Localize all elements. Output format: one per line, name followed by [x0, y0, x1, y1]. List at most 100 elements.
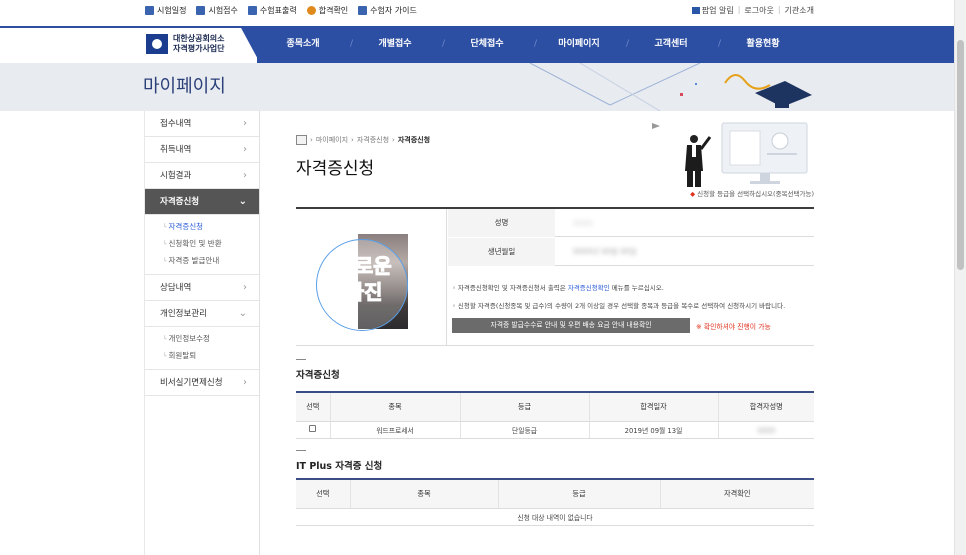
sidebar: 접수내역 › 취득내역 › 시험결과 › 자격증신청 ⌄ 자격증신청 신청확인 및 반환…	[144, 111, 260, 555]
home-icon[interactable]	[296, 135, 307, 145]
org-intro-link[interactable]: 기관소개	[785, 5, 814, 16]
sidebar-item-results[interactable]: 시험결과 ›	[145, 163, 259, 189]
logo-text: 대한상공회의소 자격평가사업단	[173, 34, 225, 54]
print-icon	[247, 6, 257, 15]
column-header: 자격확인	[660, 478, 814, 509]
sidebar-item-label: 비서실기면제신청	[160, 378, 223, 388]
photo-stamp-line-1: 새로운	[336, 254, 392, 279]
itplus-section-title: IT Plus 자격증 신청	[296, 450, 382, 472]
date-cell: 2019년 09월 13일	[589, 421, 719, 439]
logout-link[interactable]: 로그아웃	[744, 5, 773, 16]
sidebar-item-consult[interactable]: 상담내역 ›	[145, 275, 259, 301]
chevron-right-icon: ›	[243, 377, 247, 388]
page-title: 자격증신청	[296, 159, 375, 179]
page-scrollbar[interactable]	[954, 0, 966, 555]
sidebar-subitem-confirm-return[interactable]: 신청확인 및 반환	[163, 236, 259, 253]
table-header-row: 선택 종목 등급 자격확인	[296, 478, 814, 509]
site-logo[interactable]: 대한상공회의소 자격평가사업단	[146, 34, 225, 54]
sidebar-subitem-withdraw[interactable]: 회원탈퇴	[163, 348, 259, 365]
utility-link-pass[interactable]: 합격확인	[306, 5, 348, 16]
chevron-down-icon: ⌄	[238, 308, 247, 319]
page: 시험일정 시험접수 수험표출력 합격확인 수험자 가이드 팝업 알림 | 로그아…	[0, 0, 966, 555]
breadcrumb-sep: ›	[351, 136, 354, 144]
fee-bar: 자격증 발급수수료 안내 및 우편 배송 요금 안내 내용확인 ※ 확인하셔야 …	[452, 318, 814, 333]
nav-item-individual[interactable]: 개별접수	[349, 28, 445, 63]
column-header: 합격일자	[589, 391, 719, 422]
chevron-right-icon: ›	[243, 170, 247, 181]
sidebar-item-label: 상담내역	[160, 283, 192, 293]
banner-title: 마이페이지	[143, 76, 226, 97]
cert-table: 선택 종목 등급 합격일자 합격자성명 워드프로세서 단일등급 2019년 09…	[296, 391, 814, 439]
breadcrumb: › 마이페이지 › 자격증신청 › 자격증신청	[296, 135, 430, 145]
sidebar-subitem-issue-guide[interactable]: 자격증 발급안내	[163, 253, 259, 270]
scrollbar-thumb[interactable]	[957, 40, 964, 270]
photo-stamp-text: 새로운 사진	[324, 253, 404, 305]
info-text: 신청할 자격증(신청종목 및 급수)의 수량이 2개 이상일 경우 선택할 종목…	[457, 302, 786, 310]
name-value: ○○○	[573, 218, 593, 227]
sidebar-item-registration[interactable]: 접수내역 ›	[145, 111, 259, 137]
utility-link-register[interactable]: 시험접수	[196, 5, 238, 16]
sidebar-item-label: 취득내역	[160, 145, 192, 155]
select-checkbox[interactable]	[309, 425, 317, 432]
sidebar-item-label: 개인정보관리	[160, 309, 207, 319]
info-text: 메뉴를 누르십시오.	[609, 284, 664, 292]
presenter-illustration-icon	[652, 122, 808, 187]
birth-label: 생년월일	[448, 238, 555, 266]
grade-cell: 단일등급	[460, 421, 590, 439]
edit-icon	[196, 6, 206, 15]
nav-item-mypage[interactable]: 마이페이지	[533, 28, 629, 63]
cert-confirm-link[interactable]: 자격증신청확인	[568, 284, 610, 292]
select-cell	[296, 421, 331, 439]
breadcrumb-cert[interactable]: 자격증신청	[357, 135, 389, 145]
divider: |	[777, 5, 781, 14]
utility-links: 시험일정 시험접수 수험표출력 합격확인 수험자 가이드	[145, 5, 417, 16]
column-header: 등급	[498, 478, 661, 509]
sidebar-item-acquired[interactable]: 취득내역 ›	[145, 137, 259, 163]
cert-section-title: 자격증신청	[296, 359, 340, 381]
name-cell: ○○○	[718, 421, 814, 439]
itplus-table: 선택 종목 등급 자격확인 신청 대상 내역이 없습니다	[296, 478, 814, 526]
chevron-right-icon: ›	[243, 118, 247, 129]
name-label: 성명	[448, 209, 555, 237]
table-row: 워드프로세서 단일등급 2019년 09월 13일 ○○○	[296, 421, 814, 439]
chevron-right-icon: ›	[243, 144, 247, 155]
logo-line-2: 자격평가사업단	[173, 44, 225, 53]
table-header-row: 선택 종목 등급 합격일자 합격자성명	[296, 391, 814, 422]
popup-alert-link[interactable]: 팝업 알림	[691, 5, 734, 16]
graduation-decoration-icon	[529, 63, 812, 111]
utility-link-schedule[interactable]: 시험일정	[145, 5, 186, 16]
notice-text: 신청할 등급을 선택하십시오(중복선택가능)	[697, 190, 814, 198]
chevron-right-icon: ›	[243, 282, 247, 293]
user-check-icon	[306, 6, 316, 15]
sidebar-item-personal-info[interactable]: 개인정보관리 ⌄	[145, 301, 259, 327]
nav-item-support[interactable]: 고객센터	[625, 28, 721, 63]
sidebar-item-label: 자격증신청	[160, 197, 200, 207]
apply-info: ◦ 자격증신청확인 및 자격증신청서 출력은 자격증신청확인 메뉴를 누르십시오…	[452, 279, 814, 333]
selection-notice: ◆ 신청할 등급을 선택하십시오(중복선택가능)	[690, 188, 814, 198]
page-banner: 마이페이지	[0, 63, 954, 111]
nav-items: 종목소개 개별접수 단체접수 마이페이지 고객센터 활용현황	[257, 28, 809, 63]
info-line-2: ◦ 신청할 자격증(신청종목 및 급수)의 수량이 2개 이상일 경우 선택할 …	[452, 302, 786, 310]
logo-mark-icon	[146, 34, 168, 54]
sidebar-subitem-edit-info[interactable]: 개인정보수정	[163, 331, 259, 348]
breadcrumb-current: 자격증신청	[397, 136, 431, 144]
utility-link-guide[interactable]: 수험자 가이드	[358, 5, 417, 16]
column-header: 선택	[296, 391, 331, 422]
sidebar-item-exemption[interactable]: 비서실기면제신청 ›	[145, 370, 259, 396]
sidebar-item-cert-apply[interactable]: 자격증신청 ⌄	[145, 189, 259, 215]
utility-link-print[interactable]: 수험표출력	[247, 5, 297, 16]
info-line-1: ◦ 자격증신청확인 및 자격증신청서 출력은 자격증신청확인 메뉴를 누르십시오…	[452, 284, 664, 292]
breadcrumb-mypage[interactable]: 마이페이지	[316, 135, 348, 145]
info-text: 자격증신청확인 및 자격증신청서 출력은	[457, 284, 568, 292]
fee-guide-button[interactable]: 자격증 발급수수료 안내 및 우편 배송 요금 안내 내용확인	[452, 318, 690, 333]
photo-cell: 새로운 사진	[296, 209, 447, 346]
nav-item-group[interactable]: 단체접수	[441, 28, 537, 63]
calendar-icon	[145, 6, 154, 15]
column-header: 종목	[330, 391, 461, 422]
nav-item-usage[interactable]: 활용현황	[717, 28, 809, 63]
utility-bar: 시험일정 시험접수 수험표출력 합격확인 수험자 가이드 팝업 알림 | 로그아…	[0, 0, 954, 22]
sidebar-subitem-cert-apply[interactable]: 자격증신청	[163, 219, 259, 236]
name-row: 성명 ○○○	[448, 209, 814, 237]
nav-item-intro[interactable]: 종목소개	[257, 28, 353, 63]
popup-icon	[691, 7, 700, 14]
